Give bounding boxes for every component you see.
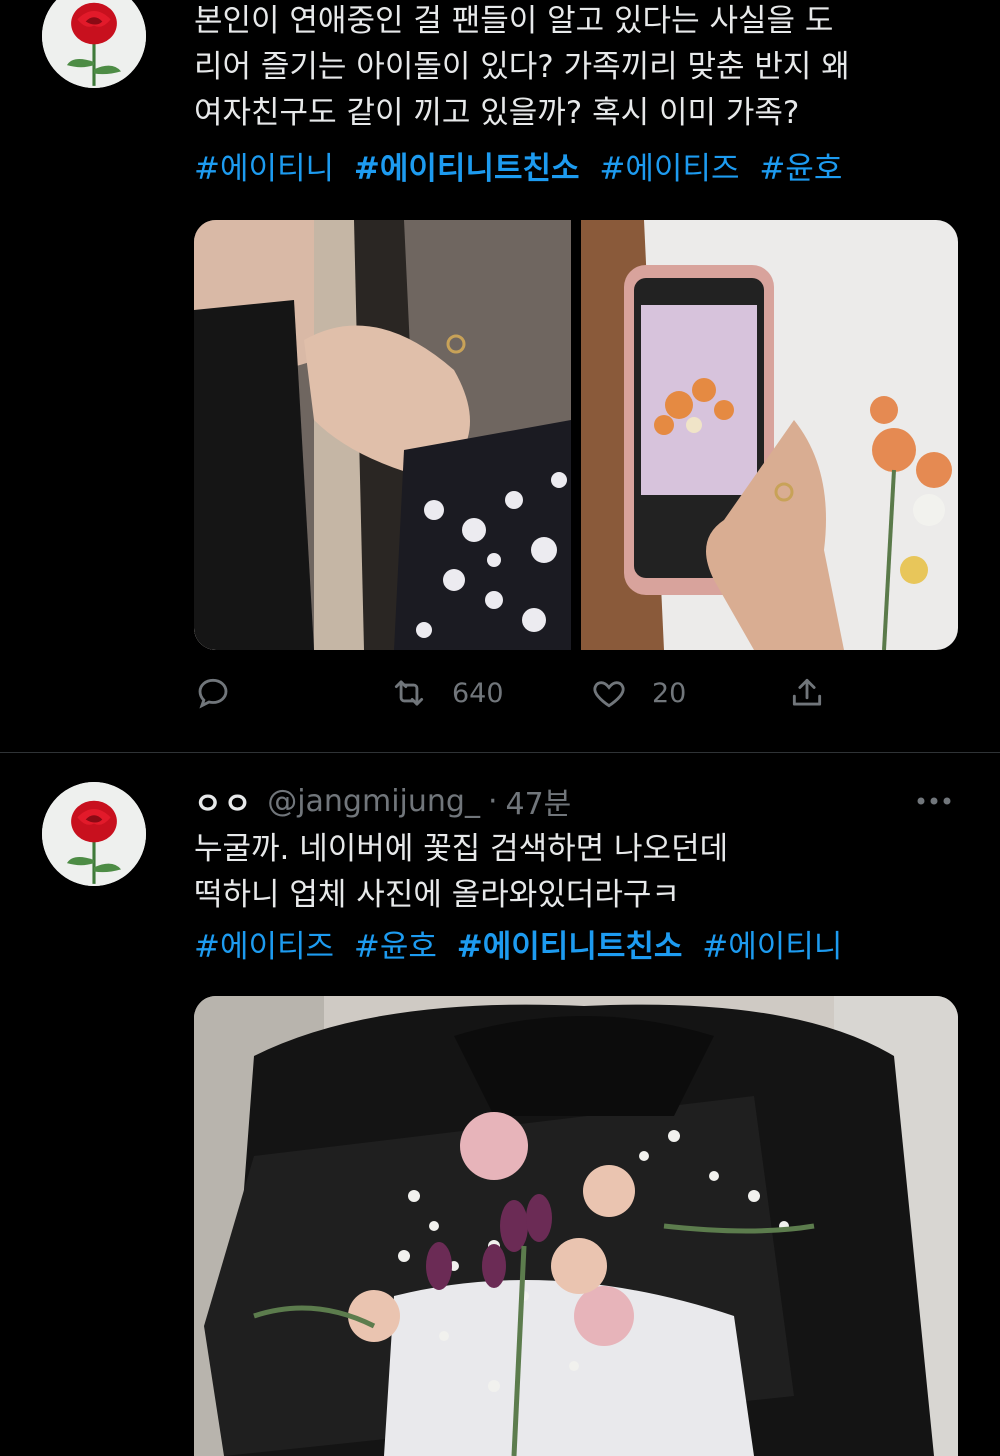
photo-flower-bouquet[interactable] xyxy=(194,996,958,1456)
user-handle[interactable]: @jangmijung_ xyxy=(267,784,480,819)
reply-button[interactable] xyxy=(194,668,232,718)
share-icon xyxy=(792,678,822,706)
hashtag-link[interactable]: #에이티니트친소 xyxy=(354,151,580,187)
tweet-header: ㅇㅇ @jangmijung_ · 47분 xyxy=(194,778,571,824)
hashtag-link[interactable]: #윤호 xyxy=(759,151,842,187)
more-icon[interactable] xyxy=(914,786,954,816)
hashtag-row: #에이티즈 #윤호 #에이티니트친소 #에이티니 xyxy=(194,924,974,970)
reply-icon xyxy=(198,678,228,709)
hashtag-row: #에이티니 #에이티니트친소 #에이티즈 #윤호 xyxy=(194,146,974,192)
avatar[interactable] xyxy=(42,782,146,886)
photo-mirror-selfie[interactable] xyxy=(194,220,571,650)
media-image xyxy=(194,996,958,1456)
hashtag-link[interactable]: #에이티니 xyxy=(702,929,842,965)
display-name[interactable]: ㅇㅇ xyxy=(194,779,253,823)
like-count: 20 xyxy=(652,677,687,709)
tweet-text-line: 본인이 연애중인 걸 팬들이 알고 있다는 사실을 도 xyxy=(194,3,834,39)
tweet-text: 누굴까. 네이버에 꽃집 검색하면 나오던데 떡하니 업체 사진에 올라와있더라… xyxy=(194,826,954,918)
avatar[interactable] xyxy=(42,0,146,88)
heart-icon xyxy=(593,681,625,708)
hashtag-link[interactable]: #에이티니트친소 xyxy=(457,929,683,965)
rose-icon xyxy=(42,782,146,886)
tweet-text-line: 여자친구도 같이 끼고 있을까? 혹시 이미 가족? xyxy=(194,95,800,131)
tweet-actions: 640 20 xyxy=(194,668,834,718)
timestamp[interactable]: 47분 xyxy=(506,779,572,823)
hashtag-link[interactable]: #에이티즈 xyxy=(194,929,334,965)
retweet-count: 640 xyxy=(452,677,504,709)
media-grid xyxy=(194,220,958,650)
retweet-icon xyxy=(394,680,424,706)
hashtag-link[interactable]: #에이티즈 xyxy=(599,151,739,187)
tweet-text: 본인이 연애중인 걸 팬들이 알고 있다는 사실을 도 리어 즐기는 아이돌이 … xyxy=(194,0,954,136)
tweet-text-line: 누굴까. 네이버에 꽃집 검색하면 나오던데 xyxy=(194,831,729,867)
tweet-divider xyxy=(0,752,1000,753)
retweet-button[interactable]: 640 xyxy=(390,668,504,718)
rose-icon xyxy=(42,0,146,88)
hashtag-link[interactable]: #윤호 xyxy=(354,929,437,965)
hashtag-link[interactable]: #에이티니 xyxy=(194,151,334,187)
header-separator: · xyxy=(487,783,498,819)
tweet-text-line: 리어 즐기는 아이돌이 있다? 가족끼리 맞춘 반지 왜 xyxy=(194,49,850,85)
tweet-text-line: 떡하니 업체 사진에 올라와있더라구ㅋ xyxy=(194,877,680,913)
photo-phone-flowers[interactable] xyxy=(581,220,958,650)
like-button[interactable]: 20 xyxy=(590,668,686,718)
share-button[interactable] xyxy=(788,668,826,718)
